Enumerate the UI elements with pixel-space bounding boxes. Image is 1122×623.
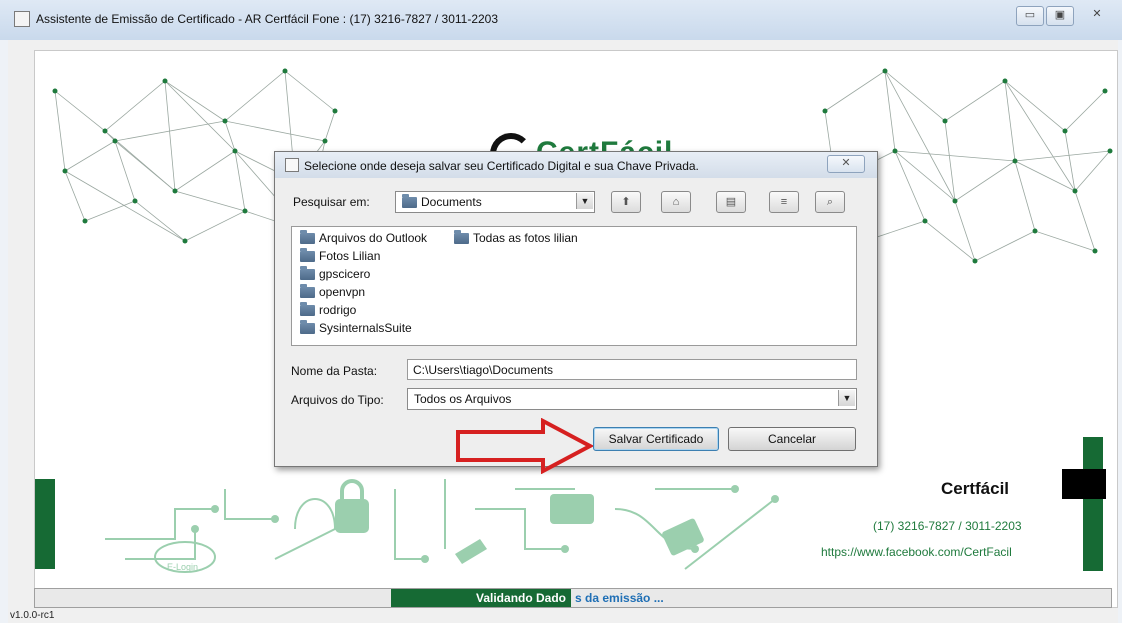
list-item[interactable]: rodrigo — [300, 302, 356, 317]
folder-name-value: C:\Users\tiago\Documents — [413, 363, 554, 377]
minimize-button[interactable]: ▭ — [1016, 6, 1044, 26]
folder-icon — [300, 266, 315, 281]
circuit-decoration: E-Login — [105, 479, 779, 573]
dialog-app-icon — [285, 158, 299, 172]
list-item[interactable]: Todas as fotos lilian — [454, 230, 578, 245]
list-item[interactable]: Arquivos do Outlook — [300, 230, 427, 245]
save-certificate-button[interactable]: Salvar Certificado — [593, 427, 719, 451]
brand-name: Certfácil — [941, 479, 1010, 498]
filetype-label: Arquivos do Tipo: — [291, 393, 384, 407]
folder-icon — [402, 194, 417, 209]
list-item[interactable]: Fotos Lilian — [300, 248, 380, 263]
close-button[interactable]: ✕ — [1082, 6, 1112, 24]
status-text-part1: Validando Dado — [476, 591, 567, 605]
progress-status-bar: Validando Dado s da emissão ... — [34, 588, 1112, 608]
facebook-link[interactable]: https://www.facebook.com/CertFacil — [821, 545, 1012, 559]
cancel-button[interactable]: Cancelar — [728, 427, 856, 451]
black-accent-block — [1062, 469, 1106, 499]
folder-icon — [300, 284, 315, 299]
green-accent-bar-left — [35, 479, 55, 569]
dialog-titlebar: Selecione onde deseja salvar seu Certifi… — [275, 152, 877, 178]
new-folder-button[interactable]: ▤ — [716, 191, 746, 213]
dialog-close-button[interactable]: ✕ — [827, 155, 865, 173]
chevron-down-icon[interactable]: ▼ — [838, 390, 855, 406]
lookin-label: Pesquisar em: — [293, 195, 370, 209]
folder-icon — [454, 230, 469, 245]
version-label: v1.0.0-rc1 — [10, 610, 55, 621]
maximize-button[interactable]: ▣ — [1046, 6, 1074, 26]
details-view-button[interactable]: ⌕ — [815, 191, 845, 213]
red-arrow-annotation-icon — [456, 418, 595, 474]
elogin-label: E-Login — [167, 562, 198, 572]
folder-icon — [300, 302, 315, 317]
dialog-title: Selecione onde deseja salvar seu Certifi… — [304, 159, 699, 173]
window-title: Assistente de Emissão de Certificado - A… — [36, 12, 499, 26]
folder-icon — [300, 320, 315, 335]
save-certificate-dialog: Selecione onde deseja salvar seu Certifi… — [274, 151, 878, 474]
window-titlebar: Assistente de Emissão de Certificado - A… — [0, 0, 1122, 40]
filetype-value: Todos os Arquivos — [414, 392, 512, 406]
list-item[interactable]: SysinternalsSuite — [300, 320, 412, 335]
file-list[interactable]: Arquivos do Outlook Todas as fotos lilia… — [291, 226, 857, 346]
list-item[interactable]: openvpn — [300, 284, 365, 299]
lookin-value: Documents — [421, 195, 482, 209]
folder-name-input[interactable]: C:\Users\tiago\Documents — [407, 359, 857, 380]
green-accent-bar-right — [1083, 437, 1103, 571]
filetype-select[interactable]: Todos os Arquivos ▼ — [407, 388, 857, 410]
app-icon — [14, 11, 30, 27]
chevron-down-icon[interactable]: ▼ — [576, 193, 593, 209]
lookin-combo[interactable]: Documents ▼ — [395, 191, 595, 213]
folder-icon — [300, 230, 315, 245]
brand-phone: (17) 3216-7827 / 3011-2203 — [873, 519, 1022, 533]
up-folder-button[interactable]: ⬆ — [611, 191, 641, 213]
folder-name-label: Nome da Pasta: — [291, 364, 378, 378]
list-view-button[interactable]: ≡ — [769, 191, 799, 213]
list-item[interactable]: gpscicero — [300, 266, 370, 281]
status-text-part2: s da emissão ... — [575, 591, 664, 605]
home-button[interactable]: ⌂ — [661, 191, 691, 213]
folder-icon — [300, 248, 315, 263]
